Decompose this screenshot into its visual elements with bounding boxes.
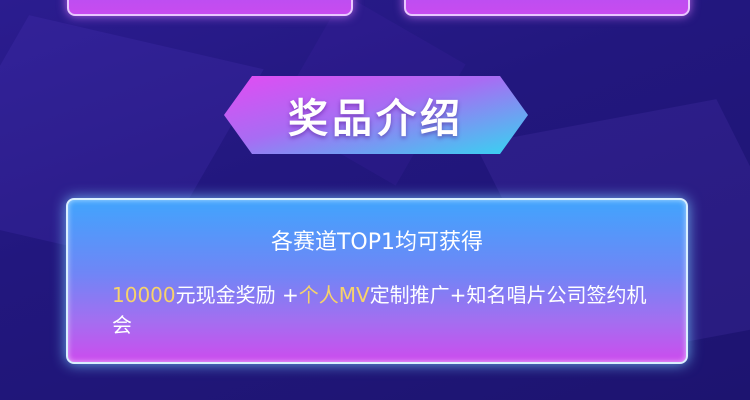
prize-plus: + [281,283,299,307]
section-title-banner: 奖品介绍 [222,74,530,156]
prize-description: 10000元现金奖励 +个人MV定制推广+知名唱片公司签约机会 [112,280,652,340]
top-card-left [67,0,353,16]
section-title: 奖品介绍 [288,96,464,142]
prize-personal-mv: 个人MV [298,283,370,307]
prize-card: 各赛道TOP1均可获得 10000元现金奖励 +个人MV定制推广+知名唱片公司签… [66,198,688,364]
prize-cash-amount: 10000 [112,283,176,307]
prize-cash-text: 元现金奖励 [175,283,282,307]
top-card-right [404,0,690,16]
prize-heading: 各赛道TOP1均可获得 [270,230,484,255]
